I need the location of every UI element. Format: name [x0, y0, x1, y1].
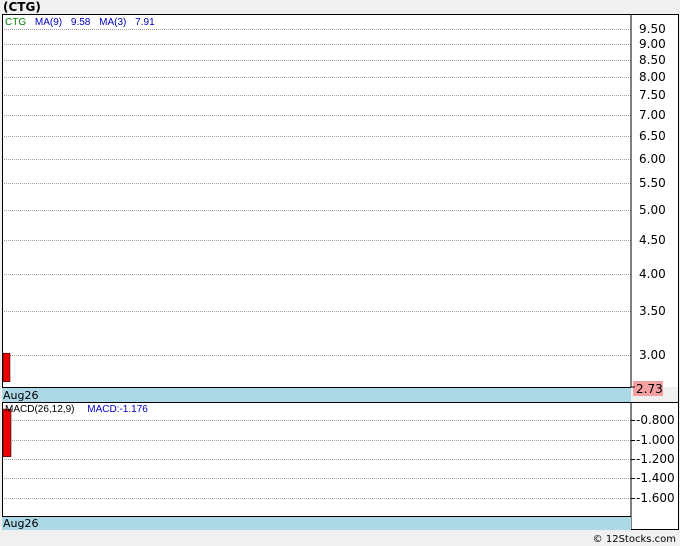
- price-tick-label: 6.00: [639, 152, 666, 166]
- price-tick-label: 9.00: [639, 37, 666, 51]
- price-candle-bar: [2, 352, 11, 383]
- price-tick-label: 4.50: [639, 233, 666, 247]
- macd-tick-label: -1.200: [636, 452, 675, 466]
- macd-tick-labels: -0.800 -1.000 -1.200 -1.400 -1.600: [631, 413, 675, 505]
- macd-tick-label: -1.400: [636, 471, 675, 485]
- macd-tick-label: -0.800: [636, 413, 675, 427]
- price-tick-label: 9.50: [639, 22, 666, 36]
- macd-legend-label: MACD(26,12,9): [5, 404, 74, 415]
- price-tick-label: 3.00: [639, 348, 666, 362]
- macd-tick-label: -1.000: [636, 433, 675, 447]
- price-bars: [2, 352, 11, 383]
- legend-ma3-label: MA(3): [99, 17, 126, 28]
- stock-chart: Aug26 2.73 CTG MA(9) 9.58 MA(3) 7.91 Aug…: [2, 14, 679, 530]
- macd-bar: [2, 408, 12, 457]
- price-tick-label: 8.00: [639, 70, 666, 84]
- last-price-label: 2.73: [636, 382, 663, 396]
- macd-bars: [2, 408, 12, 457]
- legend-ticker: CTG: [5, 17, 26, 28]
- macd-date-strip: [2, 516, 631, 530]
- price-tick-label: 3.50: [639, 304, 666, 318]
- price-tick-label: 7.50: [639, 88, 666, 102]
- legend-ma9-value: 9.58: [71, 17, 91, 28]
- price-tick-label: 5.50: [639, 176, 666, 190]
- price-tick-label: 6.50: [639, 129, 666, 143]
- macd-date-label: Aug26: [3, 517, 38, 530]
- macd-legend: MACD(26,12,9) MACD:-1.176: [5, 404, 148, 415]
- macd-tick-label: -1.600: [636, 491, 675, 505]
- legend-ma9-label: MA(9): [35, 17, 62, 28]
- price-tick-label: 8.50: [639, 53, 666, 67]
- price-plot-area: [2, 14, 631, 387]
- footer-copyright: © 12Stocks.com: [592, 534, 676, 545]
- price-date-label: Aug26: [3, 389, 38, 402]
- price-tick-label: 4.00: [639, 267, 666, 281]
- price-tick-label: 7.00: [639, 108, 666, 122]
- price-tick-label: 5.00: [639, 203, 666, 217]
- macd-legend-value: MACD:-1.176: [87, 404, 148, 415]
- price-date-strip: [2, 387, 631, 403]
- legend-ma3-value: 7.91: [135, 17, 155, 28]
